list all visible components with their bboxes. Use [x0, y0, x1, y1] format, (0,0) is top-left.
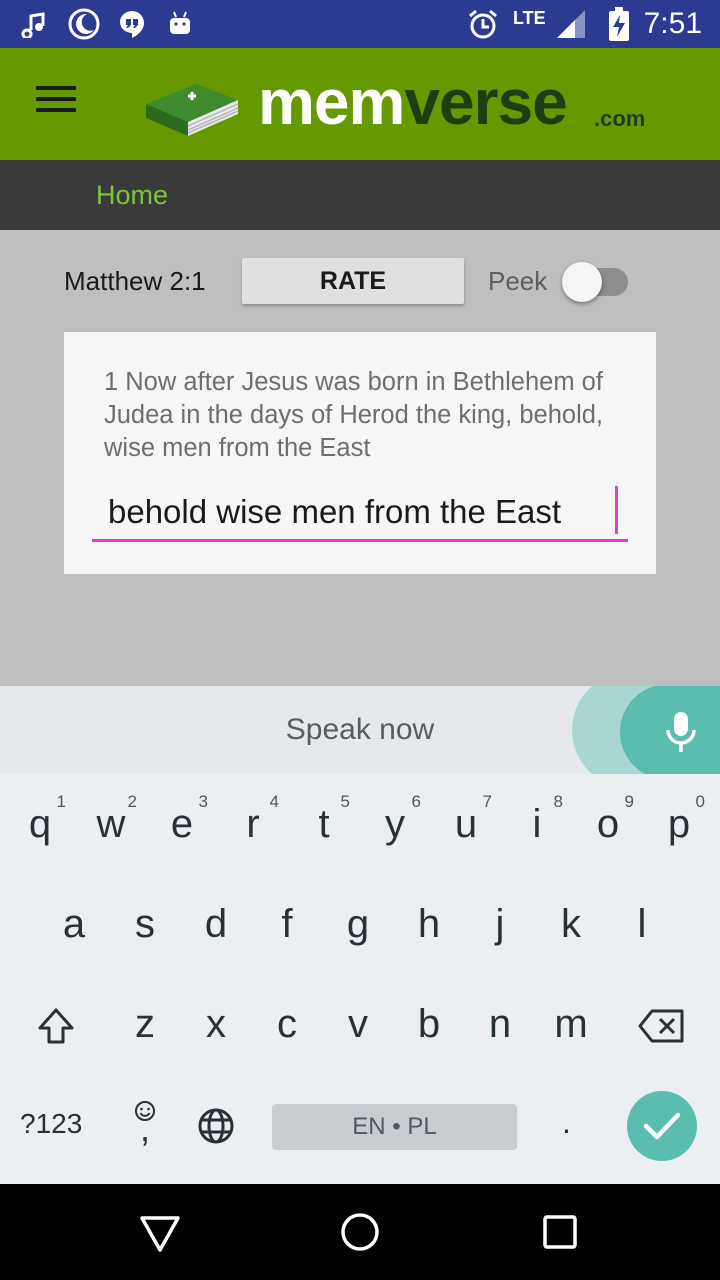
key-t[interactable]: 5t: [288, 774, 360, 864]
verse-text: 1 Now after Jesus was born in Bethlehem …: [104, 368, 604, 462]
key-d[interactable]: d: [180, 874, 252, 964]
night-mode-icon: [66, 8, 102, 40]
key-q[interactable]: 1q: [4, 774, 76, 864]
symbols-key[interactable]: ?123: [20, 1108, 82, 1140]
globe-icon: [198, 1108, 234, 1144]
hamburger-menu-icon[interactable]: [36, 86, 76, 118]
answer-input[interactable]: [92, 484, 628, 542]
key-l[interactable]: l: [606, 874, 678, 964]
logo-book-icon: [146, 84, 239, 136]
network-type: LTE: [513, 8, 546, 28]
backspace-key[interactable]: [624, 974, 700, 1064]
key-f[interactable]: f: [251, 874, 323, 964]
recents-icon[interactable]: [536, 1208, 584, 1256]
battery-charging-icon: [606, 7, 632, 41]
period-key[interactable]: .: [562, 1104, 584, 1141]
key-n[interactable]: n: [464, 974, 536, 1064]
space-key[interactable]: EN • PL: [272, 1104, 517, 1150]
verse-reference: Matthew 2:1: [64, 266, 206, 296]
shift-key[interactable]: [20, 974, 92, 1064]
peek-toggle[interactable]: [562, 262, 630, 302]
key-h[interactable]: h: [393, 874, 465, 964]
key-w[interactable]: 2w: [75, 774, 147, 864]
microphone-icon[interactable]: [664, 710, 698, 754]
logo-wordmark: memverse: [258, 66, 568, 138]
key-o[interactable]: 9o: [572, 774, 644, 864]
checkmark-icon: [643, 1112, 681, 1140]
key-e[interactable]: 3e: [146, 774, 218, 864]
music-note-icon: [18, 8, 52, 40]
clock: 7:51: [643, 7, 702, 40]
emoji-comma-key[interactable]: ,: [108, 1074, 182, 1164]
signal-icon: [554, 8, 588, 40]
logo-domain: .com: [594, 106, 646, 131]
key-z[interactable]: z: [109, 974, 181, 1064]
key-x[interactable]: x: [180, 974, 252, 1064]
back-icon[interactable]: [136, 1208, 184, 1256]
voice-input-bar: Speak now: [0, 686, 720, 774]
verse-card: 1 Now after Jesus was born in Bethlehem …: [64, 332, 656, 574]
key-i[interactable]: 8i: [501, 774, 573, 864]
text-cursor: [615, 486, 618, 534]
key-k[interactable]: k: [535, 874, 607, 964]
key-r[interactable]: 4r: [217, 774, 289, 864]
key-s[interactable]: s: [109, 874, 181, 964]
android-icon: [164, 8, 196, 40]
system-nav-bar: [0, 1184, 720, 1280]
key-y[interactable]: 6y: [359, 774, 431, 864]
keyboard: 1q2w3e4r5t6y7u8i9o0p asdfghjkl zxcvbnm ?…: [0, 774, 720, 1184]
key-g[interactable]: g: [322, 874, 394, 964]
alarm-icon: [466, 8, 500, 40]
rate-button[interactable]: RATE: [242, 258, 464, 304]
status-bar: LTE 7:51: [0, 0, 720, 48]
key-b[interactable]: b: [393, 974, 465, 1064]
toggle-thumb: [562, 262, 602, 302]
language-key[interactable]: [180, 1074, 252, 1164]
nav-home-link[interactable]: Home: [96, 180, 168, 211]
key-p[interactable]: 0p: [643, 774, 715, 864]
key-c[interactable]: c: [251, 974, 323, 1064]
hangouts-icon: [116, 8, 148, 40]
key-u[interactable]: 7u: [430, 774, 502, 864]
nav-bar: Home: [0, 160, 720, 230]
key-j[interactable]: j: [464, 874, 536, 964]
home-icon[interactable]: [336, 1208, 384, 1256]
key-a[interactable]: a: [38, 874, 110, 964]
app-bar: memverse .com: [0, 48, 720, 160]
key-m[interactable]: m: [535, 974, 607, 1064]
enter-key[interactable]: [627, 1091, 697, 1161]
key-v[interactable]: v: [322, 974, 394, 1064]
peek-label: Peek: [488, 266, 548, 296]
